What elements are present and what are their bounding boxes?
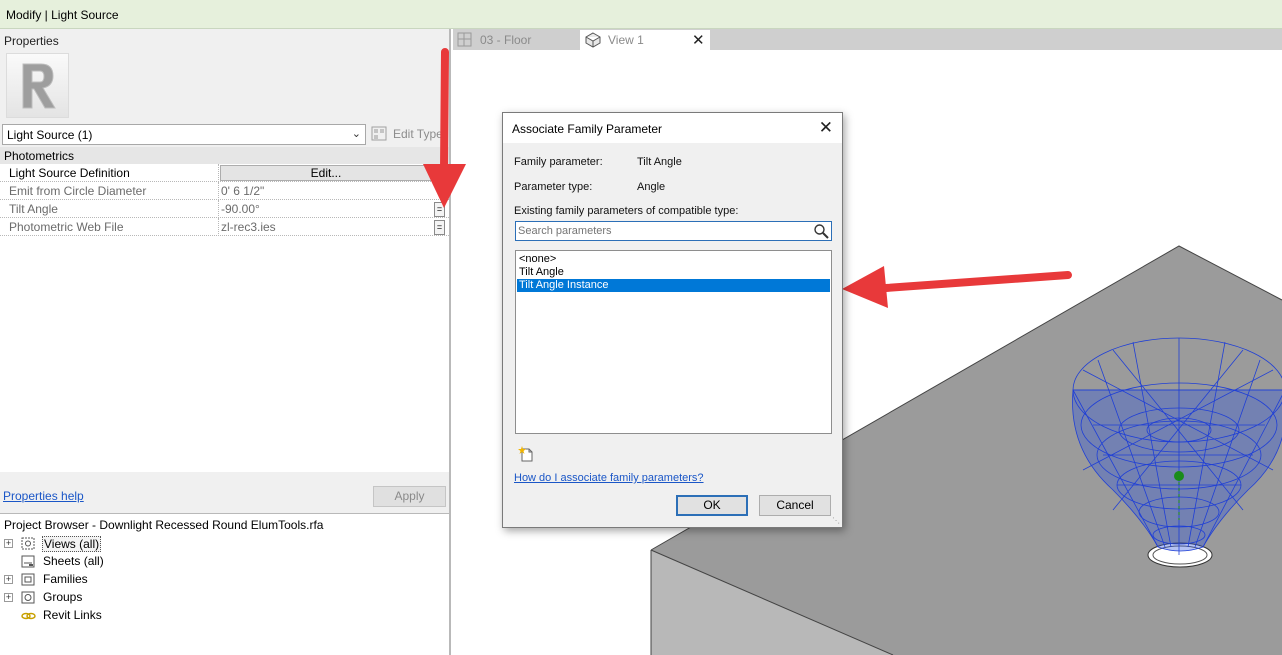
expand-icon[interactable]: +	[4, 575, 13, 584]
search-input[interactable]	[518, 224, 808, 238]
tree-item-label: Families	[43, 572, 88, 586]
expand-icon[interactable]: +	[4, 539, 13, 548]
project-browser: Project Browser - Downlight Recessed Rou…	[0, 513, 449, 655]
close-icon[interactable]: ✕	[819, 118, 833, 138]
view-tab-bar: 03 - Floor View 1 ✕	[453, 29, 1282, 50]
contextual-tab-label: Modify | Light Source	[6, 8, 119, 22]
property-value: zl-rec3.ies	[221, 220, 276, 234]
dialog-title: Associate Family Parameter	[512, 122, 663, 136]
property-name: Light Source Definition	[9, 166, 130, 180]
group-header-label: Photometrics	[4, 149, 75, 163]
property-value: 0' 6 1/2"	[221, 184, 265, 198]
parameter-type-label: Parameter type:	[514, 181, 593, 193]
property-name: Emit from Circle Diameter	[9, 184, 147, 198]
tree-item-label: Revit Links	[43, 608, 102, 622]
properties-title: Properties	[4, 34, 59, 48]
tab-03-floor[interactable]: 03 - Floor	[453, 30, 579, 50]
chevron-down-icon: ⌄	[351, 128, 361, 140]
existing-parameters-label: Existing family parameters of compatible…	[514, 205, 739, 217]
cancel-button[interactable]: Cancel	[759, 495, 831, 516]
search-parameters-field[interactable]	[515, 221, 832, 241]
property-name: Photometric Web File	[9, 220, 124, 234]
3d-view-icon	[585, 32, 601, 48]
tab-label: View 1	[608, 33, 644, 47]
tab-label: 03 - Floor	[480, 33, 532, 47]
associate-family-parameter-dialog: Associate Family Parameter ✕ Family para…	[502, 112, 843, 528]
type-image	[6, 53, 69, 118]
sheets-icon	[21, 555, 35, 568]
project-browser-title: Project Browser - Downlight Recessed Rou…	[4, 518, 324, 532]
property-row-tilt-angle[interactable]: Tilt Angle -90.00° =	[0, 200, 449, 218]
tab-view-1[interactable]: View 1 ✕	[580, 30, 710, 50]
floor-plan-icon	[457, 32, 472, 47]
resize-grip-icon[interactable]: ⋱	[832, 516, 840, 525]
links-icon	[21, 612, 36, 620]
properties-panel: Properties Light Source (1) ⌄ Edit Type …	[0, 29, 451, 655]
edit-light-source-button[interactable]: Edit...	[220, 165, 432, 181]
red-arrow-left-icon	[842, 266, 1072, 308]
property-row-light-source-definition: Light Source Definition Edit...	[0, 164, 449, 182]
edit-type-icon	[371, 126, 387, 141]
tree-item-label: Sheets (all)	[43, 554, 104, 568]
properties-grid: Photometrics Light Source Definition Edi…	[0, 147, 449, 472]
type-selector[interactable]: Light Source (1) ⌄	[2, 124, 366, 145]
property-row-emit-diameter[interactable]: Emit from Circle Diameter 0' 6 1/2"	[0, 182, 449, 200]
family-parameter-value: Tilt Angle	[637, 156, 682, 168]
expand-icon[interactable]: +	[4, 593, 13, 602]
parameter-type-value: Angle	[637, 181, 666, 193]
associate-parameter-button[interactable]: =	[434, 220, 445, 235]
list-item[interactable]: <none>	[517, 253, 830, 266]
list-item-selected[interactable]: Tilt Angle Instance	[517, 279, 830, 292]
dialog-titlebar[interactable]: Associate Family Parameter ✕	[503, 113, 842, 143]
families-icon	[21, 573, 35, 586]
red-arrow-down-icon	[423, 48, 466, 208]
groups-icon	[21, 591, 35, 604]
property-value: -90.00°	[221, 202, 260, 216]
new-parameter-icon[interactable]	[518, 446, 534, 463]
family-parameter-label: Family parameter:	[514, 156, 603, 168]
type-selector-value: Light Source (1)	[7, 128, 93, 142]
ok-button[interactable]: OK	[676, 495, 748, 516]
revit-logo-icon	[22, 63, 56, 109]
search-icon[interactable]	[813, 223, 829, 239]
properties-help-link[interactable]: Properties help	[3, 489, 84, 503]
tree-item-label: Groups	[43, 590, 83, 604]
close-tab-icon[interactable]: ✕	[692, 31, 705, 49]
association-help-link[interactable]: How do I associate family parameters?	[514, 472, 704, 484]
contextual-tab-bar: Modify | Light Source	[0, 0, 1282, 29]
apply-button[interactable]: Apply	[373, 486, 446, 507]
parameter-listbox[interactable]: <none> Tilt Angle Tilt Angle Instance	[515, 250, 832, 434]
list-item[interactable]: Tilt Angle	[517, 266, 830, 279]
tree-item-label: Views (all)	[42, 536, 102, 552]
views-icon	[21, 537, 35, 550]
property-row-photometric-web-file[interactable]: Photometric Web File zl-rec3.ies =	[0, 218, 449, 236]
group-header[interactable]: Photometrics	[0, 147, 449, 164]
property-name: Tilt Angle	[9, 202, 58, 216]
